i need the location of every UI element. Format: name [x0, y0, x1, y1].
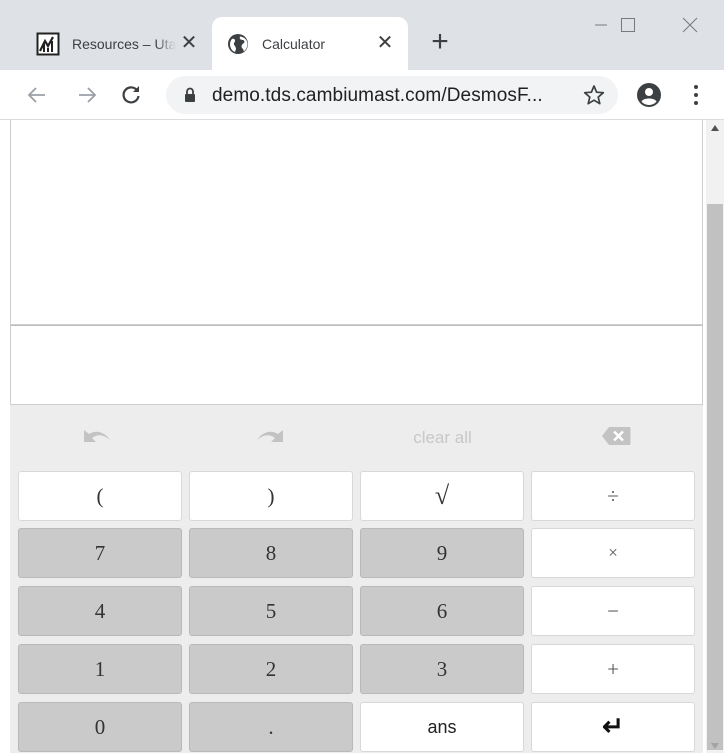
new-tab-button[interactable]: + — [424, 27, 456, 59]
expression-history — [10, 120, 703, 325]
key-2[interactable]: 2 — [189, 644, 353, 694]
key-8[interactable]: 8 — [189, 528, 353, 578]
key-3[interactable]: 3 — [360, 644, 524, 694]
clear-all-label: clear all — [413, 428, 472, 447]
redo-button[interactable] — [183, 405, 356, 471]
scroll-thumb[interactable] — [707, 204, 723, 750]
key-minus[interactable]: − — [531, 586, 695, 636]
key-decimal[interactable]: . — [189, 702, 353, 752]
key-open-paren[interactable]: ( — [18, 471, 182, 521]
keypad: clear all ( ) √ ÷ 7 8 9 × 4 5 6 − 1 2 3 … — [10, 405, 703, 753]
close-window-icon[interactable] — [675, 10, 705, 40]
tab-close-icon[interactable]: ✕ — [180, 33, 198, 53]
calculator-page: clear all ( ) √ ÷ 7 8 9 × 4 5 6 − 1 2 3 … — [0, 120, 706, 753]
tab-title: Resources – Utah — [72, 35, 176, 52]
scroll-down-arrow-icon[interactable] — [706, 742, 724, 752]
redo-icon — [255, 427, 285, 450]
tab-strip: Resources – Utah ✕ Calculator ✕ + — [0, 0, 724, 70]
address-bar[interactable]: demo.tds.cambiumast.com/DesmosF... — [166, 76, 618, 114]
key-6[interactable]: 6 — [360, 586, 524, 636]
key-0[interactable]: 0 — [18, 702, 182, 752]
key-plus[interactable]: + — [531, 644, 695, 694]
key-1[interactable]: 1 — [18, 644, 182, 694]
backspace-icon — [601, 426, 631, 451]
undo-icon — [82, 427, 112, 450]
key-divide[interactable]: ÷ — [531, 471, 695, 521]
key-5[interactable]: 5 — [189, 586, 353, 636]
menu-icon[interactable] — [686, 82, 706, 108]
key-enter[interactable]: ↵ — [531, 702, 695, 752]
maximize-icon[interactable] — [613, 10, 643, 40]
minimize-icon[interactable] — [586, 10, 616, 40]
forward-arrow-icon[interactable] — [72, 80, 102, 110]
key-close-paren[interactable]: ) — [189, 471, 353, 521]
back-arrow-icon[interactable] — [22, 80, 52, 110]
profile-icon[interactable] — [636, 82, 662, 113]
tab-close-icon[interactable]: ✕ — [376, 33, 394, 53]
lock-icon — [184, 87, 196, 108]
star-icon[interactable] — [580, 81, 608, 109]
backspace-button[interactable] — [529, 405, 703, 471]
browser-toolbar: demo.tds.cambiumast.com/DesmosF... — [0, 70, 724, 120]
chart-logo-icon — [36, 32, 60, 56]
tab-resources[interactable]: Resources – Utah ✕ — [22, 17, 212, 70]
tab-title: Calculator — [262, 35, 326, 52]
vertical-scrollbar[interactable] — [706, 120, 724, 753]
key-7[interactable]: 7 — [18, 528, 182, 578]
url-text[interactable]: demo.tds.cambiumast.com/DesmosF... — [212, 85, 543, 107]
undo-button[interactable] — [10, 405, 183, 471]
key-9[interactable]: 9 — [360, 528, 524, 578]
key-4[interactable]: 4 — [18, 586, 182, 636]
globe-icon — [226, 32, 250, 56]
function-row: clear all — [10, 405, 703, 471]
key-multiply[interactable]: × — [531, 528, 695, 578]
scroll-up-arrow-icon[interactable] — [706, 124, 724, 138]
tab-calculator[interactable]: Calculator ✕ — [212, 17, 408, 70]
key-ans[interactable]: ans — [360, 702, 524, 752]
key-sqrt[interactable]: √ — [360, 471, 524, 521]
reload-icon[interactable] — [116, 80, 146, 110]
clear-all-button[interactable]: clear all — [356, 405, 529, 471]
expression-input[interactable] — [10, 325, 703, 405]
